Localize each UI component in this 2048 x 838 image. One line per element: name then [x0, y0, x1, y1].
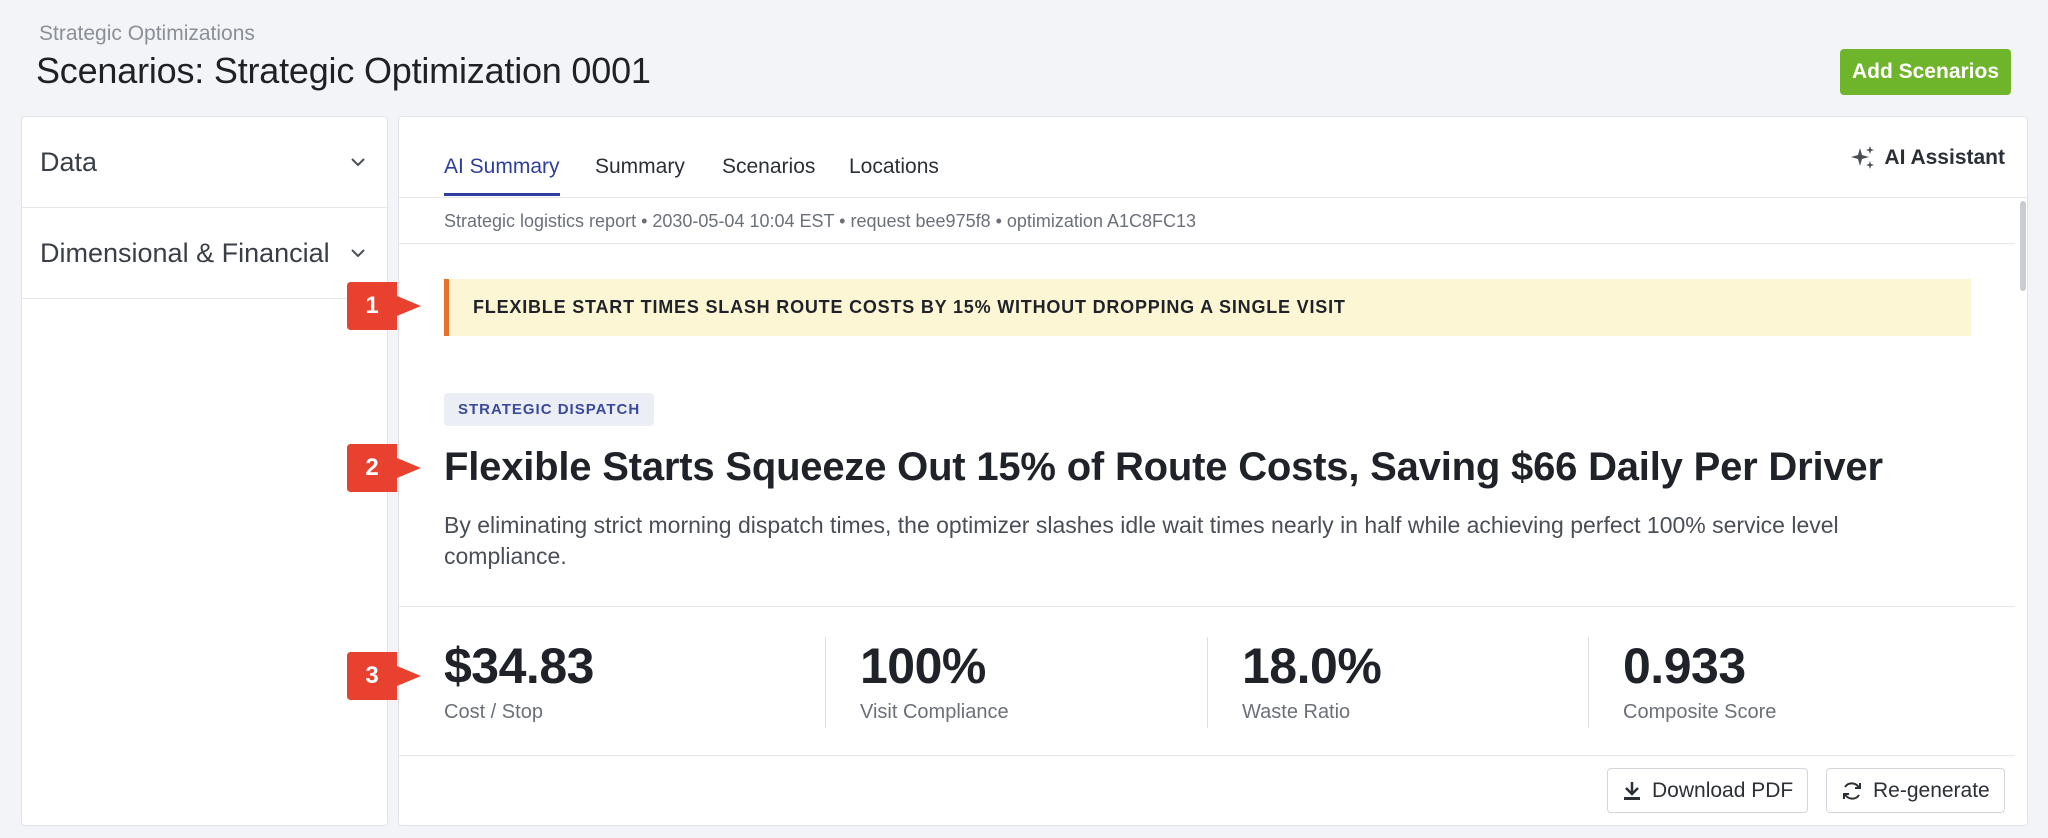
refresh-icon [1843, 781, 1861, 800]
ai-assistant-label: AI Assistant [1884, 146, 2005, 169]
sidebar-item-label: Dimensional & Financial [40, 237, 330, 268]
main-panel: AI Summary Summary Scenarios Locations A… [398, 116, 2028, 826]
headline-banner: FLEXIBLE START TIMES SLASH ROUTE COSTS B… [444, 279, 1971, 336]
breadcrumb[interactable]: Strategic Optimizations [39, 22, 255, 46]
kpi-label: Waste Ratio [1242, 701, 1351, 723]
kpi-label: Composite Score [1623, 701, 1777, 723]
kpi-value: $34.83 [444, 638, 594, 694]
ai-assistant-button[interactable]: AI Assistant [1850, 145, 2005, 171]
tab-scenarios[interactable]: Scenarios [722, 155, 815, 193]
kpi-visit-compliance: 100% Visit Compliance [860, 637, 1009, 724]
category-tag: STRATEGIC DISPATCH [444, 393, 655, 426]
callout-marker: 3 [347, 652, 423, 700]
tab-ai-summary[interactable]: AI Summary [444, 155, 560, 196]
report-headline: Flexible Starts Squeeze Out 15% of Route… [444, 445, 1883, 489]
kpi-divider [1207, 637, 1208, 728]
sidebar-item-data[interactable]: Data [22, 117, 387, 208]
kpi-row: $34.83 Cost / Stop 100% Visit Compliance… [399, 606, 2015, 756]
tab-bar: AI Summary Summary Scenarios Locations A… [399, 117, 2027, 198]
callout-marker: 1 [347, 282, 423, 330]
download-pdf-label: Download PDF [1652, 778, 1794, 802]
kpi-waste-ratio: 18.0% Waste Ratio [1242, 637, 1382, 724]
callout-number: 1 [365, 292, 379, 319]
tab-summary[interactable]: Summary [595, 155, 685, 193]
sidebar: Data Dimensional & Financial [21, 116, 388, 826]
regenerate-label: Re-generate [1873, 778, 1990, 802]
sidebar-item-label: Data [40, 146, 98, 177]
sidebar-item-dimensional-financial[interactable]: Dimensional & Financial [22, 208, 387, 299]
scrollbar[interactable] [2020, 201, 2026, 291]
tab-locations[interactable]: Locations [849, 155, 939, 193]
kpi-label: Visit Compliance [860, 701, 1009, 723]
report-subhead: By eliminating strict morning dispatch t… [444, 512, 1839, 569]
kpi-label: Cost / Stop [444, 701, 543, 723]
callout-number: 3 [365, 662, 379, 689]
chevron-down-icon [347, 242, 369, 264]
kpi-cost-per-stop: $34.83 Cost / Stop [444, 637, 594, 724]
download-icon [1624, 781, 1640, 800]
report-meta: Strategic logistics report • 2030-05-04 … [399, 198, 2015, 244]
kpi-divider [1588, 637, 1589, 728]
kpi-composite-score: 0.933 Composite Score [1623, 637, 1776, 724]
kpi-value: 18.0% [1242, 638, 1382, 694]
page-title: Scenarios: Strategic Optimization 0001 [36, 50, 651, 91]
regenerate-button[interactable]: Re-generate [1826, 768, 2005, 813]
callout-number: 2 [365, 454, 379, 481]
kpi-value: 0.933 [1623, 638, 1746, 694]
kpi-value: 100% [860, 638, 986, 694]
kpi-divider [825, 637, 826, 728]
callout-marker: 2 [347, 444, 423, 492]
chevron-down-icon [347, 151, 369, 173]
sparkle-icon [1851, 146, 1875, 169]
add-scenarios-button[interactable]: Add Scenarios [1840, 49, 2011, 95]
download-pdf-button[interactable]: Download PDF [1607, 768, 1809, 813]
